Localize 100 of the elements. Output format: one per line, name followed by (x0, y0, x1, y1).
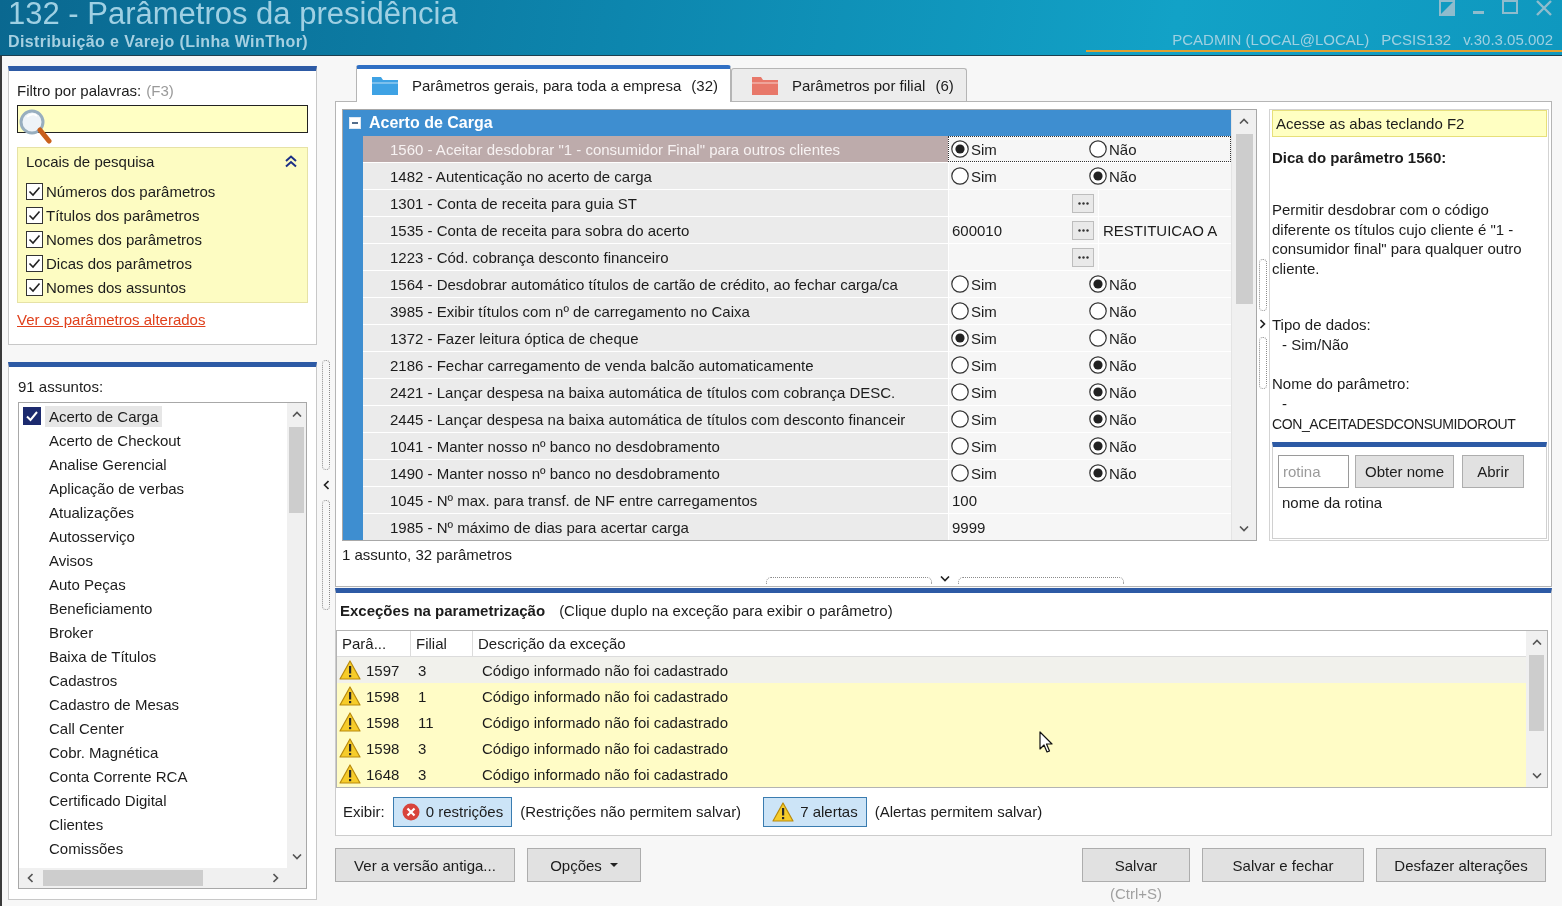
checkbox[interactable] (26, 206, 43, 224)
parameter-label[interactable]: 2186 - Fechar carregamento de venda balcão automaticamente (363, 352, 948, 378)
collapse-icon[interactable] (349, 117, 361, 129)
scroll-thumb[interactable] (289, 427, 304, 513)
radio-button[interactable] (951, 383, 969, 401)
list-item[interactable]: Atualizações (45, 501, 139, 523)
radio-button[interactable] (1089, 329, 1107, 347)
scroll-left-icon[interactable] (27, 873, 33, 883)
radio-button[interactable] (1089, 356, 1107, 374)
parameter-label[interactable]: 1564 - Desdobrar automático títulos de cartão de crédito, ao fechar carga/ca (363, 271, 948, 297)
radio-button[interactable] (951, 302, 969, 320)
double-chevron-icon[interactable] (285, 154, 297, 168)
filter-toggle[interactable]: 0 restrições (392, 796, 513, 827)
checkbox[interactable] (26, 254, 43, 272)
scroll-up-icon[interactable] (291, 411, 302, 417)
tab[interactable]: Parâmetros por filial (6) (731, 68, 967, 101)
list-item[interactable]: Beneficiamento (45, 597, 157, 619)
list-item[interactable]: Comissões (45, 837, 128, 859)
list-item[interactable]: Acerto de Checkout (45, 429, 185, 451)
search-field[interactable] (17, 105, 308, 133)
parameter-label[interactable]: 1045 - Nº max. para transf. de NF entre carregamentos (363, 487, 948, 513)
tab[interactable]: Parâmetros gerais, para toda a empresa (32) (356, 65, 731, 102)
radio-button[interactable] (951, 464, 969, 482)
scroll-right-icon[interactable] (273, 873, 279, 883)
radio-button[interactable] (951, 437, 969, 455)
checkbox[interactable] (26, 278, 43, 296)
scrollbar[interactable] (1526, 631, 1547, 787)
chevron-down-icon[interactable] (939, 576, 950, 582)
radio-button[interactable] (1089, 383, 1107, 401)
parameter-label[interactable]: 1041 - Manter nosso nº banco no desdobramento (363, 433, 948, 459)
scroll-down-icon[interactable] (291, 854, 302, 860)
scroll-thumb[interactable] (1235, 134, 1253, 304)
list-item[interactable]: Acerto de Carga (45, 405, 163, 427)
scroll-up-icon[interactable] (1239, 118, 1249, 124)
checkbox[interactable] (26, 182, 43, 200)
list-item[interactable]: Baixa de Títulos (45, 645, 161, 667)
radio-button[interactable] (1089, 140, 1107, 158)
radio-button[interactable] (1089, 410, 1107, 428)
column-header[interactable]: Descrição da exceção (473, 631, 1526, 656)
scroll-down-icon[interactable] (1531, 773, 1542, 779)
filter-toggle[interactable]: 7 alertas (763, 796, 867, 827)
parameter-label[interactable]: 1301 - Conta de receita para guia ST (363, 190, 948, 216)
radio-button[interactable] (951, 356, 969, 374)
list-item[interactable]: Conta Corrente RCA (45, 765, 192, 787)
radio-button[interactable] (1089, 302, 1107, 320)
lookup-button[interactable] (1072, 247, 1094, 267)
lookup-button[interactable] (1072, 220, 1094, 240)
radio-button[interactable] (1089, 275, 1107, 293)
scroll-down-icon[interactable] (1239, 526, 1249, 532)
action-button[interactable]: Desfazer alterações (1376, 848, 1546, 882)
list-item[interactable]: Clientes (45, 813, 108, 835)
chevron-left-icon[interactable] (323, 480, 329, 490)
list-item[interactable]: Certificado Digital (45, 789, 171, 811)
parameter-label[interactable]: 2421 - Lançar despesa na baixa automática de títulos com cobrança DESC. (363, 379, 948, 405)
scroll-thumb[interactable] (43, 870, 203, 886)
routine-button[interactable]: Abrir (1462, 455, 1524, 488)
parameter-label[interactable]: 1482 - Autenticação no acerto de carga (363, 163, 948, 189)
list-item[interactable]: Avisos (45, 549, 97, 571)
action-button[interactable]: Ver a versão antiga... (335, 848, 515, 882)
scrollbar[interactable] (1231, 110, 1256, 540)
changed-parameters-link[interactable]: Ver os parâmetros alterados (17, 311, 206, 328)
scrollbar[interactable] (287, 403, 306, 868)
radio-button[interactable] (951, 140, 969, 158)
scroll-up-icon[interactable] (1531, 639, 1542, 645)
parameter-label[interactable]: 1223 - Cód. cobrança desconto financeiro (363, 244, 948, 270)
radio-button[interactable] (951, 167, 969, 185)
list-item[interactable]: Cadastros (45, 669, 122, 691)
parameter-label[interactable]: 1490 - Manter nosso nº banco no desdobramento (363, 460, 948, 486)
radio-button[interactable] (1089, 437, 1107, 455)
radio-button[interactable] (1089, 167, 1107, 185)
parameter-label[interactable]: 2445 - Lançar despesa na baixa automática de títulos com desconto financeir (363, 406, 948, 432)
parameter-label[interactable]: 1535 - Conta de receita para sobra do acerto (363, 217, 948, 243)
scroll-thumb[interactable] (1529, 655, 1544, 731)
table-row[interactable]: 1597 3 Código informado não foi cadastrado (337, 657, 1526, 683)
column-header[interactable]: Parâ... (337, 631, 411, 656)
action-button[interactable]: Salvar e fechar (1202, 848, 1364, 882)
scrollbar[interactable] (19, 868, 287, 888)
list-item[interactable]: Broker (45, 621, 98, 643)
checkbox[interactable] (23, 407, 41, 425)
routine-button[interactable]: Obter nome (1355, 455, 1455, 488)
radio-button[interactable] (951, 329, 969, 347)
list-item[interactable]: Analise Gerencial (45, 453, 171, 475)
radio-button[interactable] (951, 410, 969, 428)
radio-button[interactable] (951, 275, 969, 293)
radio-button[interactable] (1089, 464, 1107, 482)
lookup-button[interactable] (1072, 193, 1094, 213)
parameter-label[interactable]: 1372 - Fazer leitura óptica de cheque (363, 325, 948, 351)
chevron-right-icon[interactable] (1260, 319, 1266, 329)
menu-button[interactable]: Opções (527, 848, 641, 882)
list-item[interactable]: Auto Peças (45, 573, 130, 595)
routine-input[interactable]: rotina (1278, 455, 1349, 488)
list-item[interactable]: Aplicação de verbas (45, 477, 189, 499)
list-item[interactable]: Cobr. Magnética (45, 741, 163, 763)
list-item[interactable]: Call Center (45, 717, 129, 739)
parameter-label[interactable]: 1985 - Nº máximo de dias para acertar carga (363, 514, 948, 540)
checkbox[interactable] (26, 230, 43, 248)
list-item[interactable]: Autosserviço (45, 525, 139, 547)
column-header[interactable]: Filial (411, 631, 473, 656)
parameter-label[interactable]: 3985 - Exibir títulos com nº de carregamento no Caixa (363, 298, 948, 324)
list-item[interactable]: Cadastro de Mesas (45, 693, 184, 715)
